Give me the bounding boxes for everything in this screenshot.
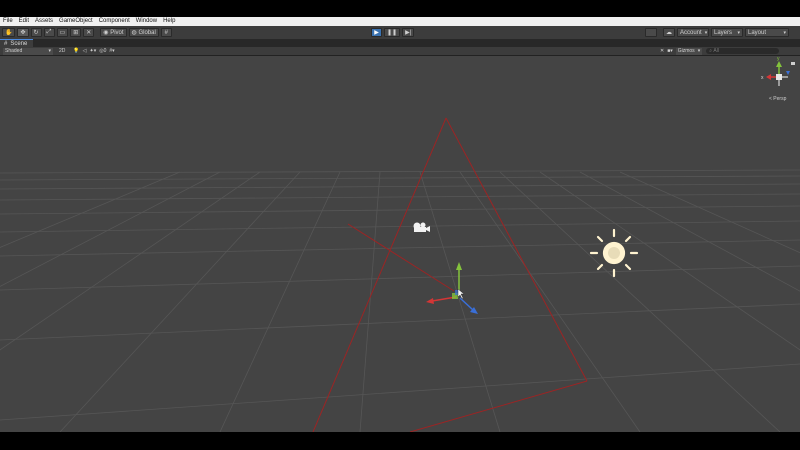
menu-gameobject[interactable]: GameObject xyxy=(56,17,96,26)
move-icon: ✥ xyxy=(20,30,26,36)
menu-help[interactable]: Help xyxy=(160,17,178,26)
light-bulb-icon: 💡 xyxy=(73,48,80,54)
bottom-black-bar xyxy=(0,432,800,450)
cloud-button[interactable]: ☁ xyxy=(663,28,675,37)
menu-file[interactable]: File xyxy=(0,17,16,26)
effects-icon: ✦▾ xyxy=(89,48,97,54)
pivot-toggle[interactable]: ◉ Pivot xyxy=(100,28,127,37)
projection-label[interactable]: < Persp xyxy=(769,96,786,102)
search-placeholder: All xyxy=(713,48,719,54)
menu-edit[interactable]: Edit xyxy=(16,17,32,26)
scale-icon: ⤢ xyxy=(46,29,52,35)
hand-tool-button[interactable]: ✋ xyxy=(2,28,16,37)
grid-toggle-icon: #▾ xyxy=(109,48,115,54)
hand-icon: ✋ xyxy=(5,30,13,36)
layout-dropdown[interactable]: Layout xyxy=(745,28,789,37)
audio-icon: ◁ xyxy=(82,48,87,54)
camera-icon: ■▾ xyxy=(667,48,673,54)
camera-settings-button[interactable]: ■▾ xyxy=(667,48,673,54)
scene-background xyxy=(0,56,800,432)
shading-dropdown[interactable]: Shaded xyxy=(3,47,53,55)
tools-settings-button[interactable]: ✕ xyxy=(660,48,664,54)
pause-icon: ❚❚ xyxy=(387,30,398,36)
play-button[interactable]: ▶ xyxy=(371,28,382,37)
layers-label: Layers xyxy=(714,29,733,36)
tools-icon: ✕ xyxy=(86,30,92,36)
scene-search-input[interactable]: ⌕ All xyxy=(706,48,780,54)
directional-light-icon[interactable] xyxy=(589,228,639,278)
scene-lock-icon[interactable] xyxy=(791,62,795,65)
eye-icon: ◎0 xyxy=(99,48,107,54)
scale-tool-button[interactable]: ⤢ xyxy=(43,28,55,37)
collab-button[interactable] xyxy=(645,28,657,37)
search-icon: ⌕ xyxy=(709,48,713,54)
account-label: Account xyxy=(680,29,702,36)
grid-snap-button[interactable]: # xyxy=(160,28,172,37)
cloud-icon: ☁ xyxy=(666,30,672,36)
scene-toolbar-right: ✕ ■▾ Gizmos ⌕ All xyxy=(657,47,780,55)
wrench-icon: ✕ xyxy=(660,48,665,54)
rotate-tool-button[interactable]: ↻ xyxy=(30,28,42,37)
scene-canvas: y x xyxy=(0,56,800,432)
pivot-label: Pivot xyxy=(110,29,124,36)
menu-assets[interactable]: Assets xyxy=(32,17,56,26)
tab-bar: # Scene xyxy=(0,39,800,47)
scene-tab-icon: # xyxy=(4,40,8,47)
right-toolbar: ☁ Account Layers Layout xyxy=(645,28,789,37)
move-tool-button[interactable]: ✥ xyxy=(17,28,29,37)
hidden-objects-toggle[interactable]: ◎0 xyxy=(99,48,106,54)
pause-button[interactable]: ❚❚ xyxy=(384,28,401,37)
lighting-toggle[interactable]: 💡 xyxy=(73,48,79,54)
gizmos-label: Gizmos xyxy=(677,48,695,54)
step-button[interactable]: ▶| xyxy=(402,28,415,37)
2d-toggle[interactable]: 2D xyxy=(59,48,65,54)
play-icon: ▶ xyxy=(374,30,379,36)
shading-label: Shaded xyxy=(5,48,23,54)
gizmos-dropdown[interactable]: Gizmos xyxy=(675,47,703,55)
menu-bar: File Edit Assets GameObject Component Wi… xyxy=(0,17,800,26)
grid-toggle[interactable]: #▾ xyxy=(109,48,114,54)
transform-icon: ⊞ xyxy=(73,30,79,36)
grid-icon: # xyxy=(164,29,168,36)
2d-label: 2D xyxy=(59,48,66,54)
play-controls: ▶ ❚❚ ▶| xyxy=(371,28,415,37)
layers-dropdown[interactable]: Layers xyxy=(711,28,743,37)
scene-toolbar: Shaded 2D 💡 ◁ ✦▾ ◎0 #▾ ✕ ■▾ Gizmos ⌕ All xyxy=(0,47,800,56)
step-icon: ▶| xyxy=(405,30,412,36)
globe-icon: ◍ xyxy=(131,30,137,36)
custom-tool-button[interactable]: ✕ xyxy=(83,28,95,37)
menu-component[interactable]: Component xyxy=(96,17,133,26)
tab-label: Scene xyxy=(10,40,28,47)
menu-window[interactable]: Window xyxy=(133,17,160,26)
rotate-icon: ↻ xyxy=(33,30,39,36)
rect-icon: ▭ xyxy=(59,30,66,36)
audio-toggle[interactable]: ◁ xyxy=(83,48,87,54)
scene-viewport[interactable]: y x < Persp xyxy=(0,56,800,432)
main-toolbar: ✋ ✥ ↻ ⤢ ▭ ⊞ ✕ ◉ Pivot ◍ Global # ▶ ❚❚ ▶|… xyxy=(0,26,800,40)
pivot-icon: ◉ xyxy=(103,30,109,36)
tab-scene[interactable]: # Scene xyxy=(0,39,34,47)
rect-tool-button[interactable]: ▭ xyxy=(56,28,69,37)
top-black-bar xyxy=(0,0,800,17)
layout-label: Layout xyxy=(748,29,767,36)
global-label: Global xyxy=(138,29,156,36)
effects-toggle[interactable]: ✦▾ xyxy=(90,48,97,54)
global-toggle[interactable]: ◍ Global xyxy=(128,28,159,37)
transform-tool-button[interactable]: ⊞ xyxy=(70,28,82,37)
account-dropdown[interactable]: Account xyxy=(677,28,709,37)
